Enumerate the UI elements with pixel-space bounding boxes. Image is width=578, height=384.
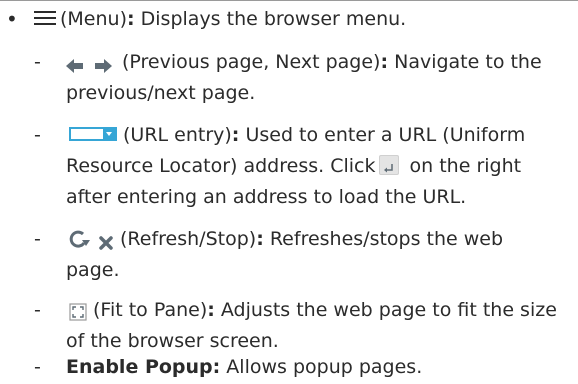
previous-page-icon — [66, 53, 84, 73]
url-entry-name: (URL entry) — [123, 124, 232, 146]
colon: : — [256, 228, 264, 250]
menu-description: Displays the browser menu. — [134, 8, 407, 30]
dash: - — [34, 124, 41, 146]
refresh-description-line-2: page. — [66, 259, 120, 281]
fit-to-pane-name: (Fit to Pane) — [93, 299, 208, 321]
url-description-line-3: after entering an address to load the UR… — [66, 186, 467, 208]
dash: - — [34, 228, 41, 250]
navigation-description-line-1: Navigate to the — [388, 51, 542, 73]
url-entry-icon — [69, 126, 117, 141]
browser-controls-description: • (Menu): Displays the browser menu. - (… — [0, 0, 578, 384]
dash: - — [34, 299, 41, 321]
enable-popup-description: Allows popup pages. — [220, 356, 423, 378]
fit-description-line-1: Adjusts the web page to fit the size — [214, 299, 557, 321]
navigation-name: (Previous page, Next page) — [122, 51, 381, 73]
colon: : — [380, 51, 389, 73]
enable-popup-name: Enable Popup: — [66, 356, 221, 378]
refresh-description-line-1: Refreshes/stops the web — [263, 228, 504, 250]
url-description-line-1: Used to enter a URL (Uniform — [239, 124, 526, 146]
url-description-line-2: Resource Locator) address. Click — [66, 155, 376, 177]
fit-to-pane-icon — [69, 300, 87, 321]
colon: : — [127, 8, 135, 30]
colon: : — [207, 299, 215, 321]
next-page-icon — [94, 53, 112, 73]
url-description-line-2b: on the right — [403, 155, 522, 177]
dropdown-arrow-icon — [103, 128, 115, 139]
bullet: • — [6, 7, 18, 31]
refresh-icon — [68, 228, 90, 248]
refresh-stop-name: (Refresh/Stop) — [120, 228, 257, 250]
menu-icon — [34, 10, 56, 25]
navigation-description-line-2: previous/next page. — [66, 82, 256, 104]
enter-icon — [379, 154, 400, 175]
menu-name: (Menu) — [60, 8, 127, 30]
stop-icon — [98, 230, 114, 250]
dash: - — [34, 356, 41, 378]
dash: - — [34, 51, 41, 73]
